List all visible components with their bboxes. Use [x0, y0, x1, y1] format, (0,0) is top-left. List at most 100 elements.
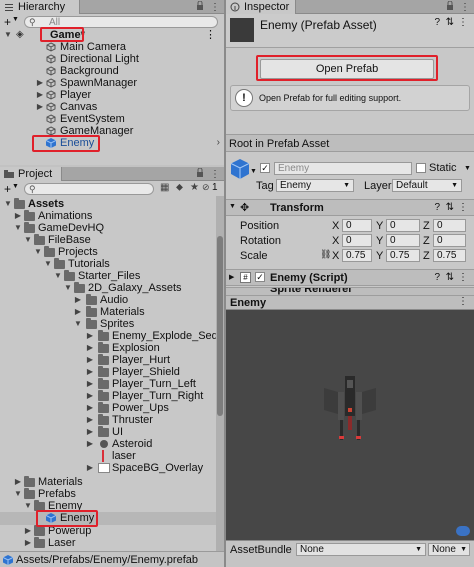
expand-arrow-icon[interactable]: ▼	[64, 282, 72, 294]
tree-item-asteroid[interactable]: ▶ Asteroid	[0, 438, 216, 450]
tree-item-materials-sub[interactable]: ▶ Materials	[0, 306, 216, 318]
more-menu-icon[interactable]: ⋮	[205, 29, 216, 41]
add-button[interactable]: +	[4, 15, 11, 29]
preset-icon[interactable]: ⇅	[446, 272, 454, 283]
layer-dropdown[interactable]: Default ▼	[392, 179, 462, 192]
constrain-proportions-icon[interactable]: ⛓	[320, 249, 331, 260]
more-menu-icon[interactable]: ⋮	[460, 2, 470, 13]
hierarchy-item-spawnmanager[interactable]: ▶ SpawnManager	[0, 77, 224, 89]
preview-badge-icon[interactable]	[456, 526, 470, 536]
tree-item-spacebg-overlay[interactable]: ▶ SpaceBG_Overlay	[0, 462, 216, 474]
position-x-field[interactable]: 0	[342, 219, 372, 232]
assetbundle-variant-dropdown[interactable]: None ▼	[428, 543, 470, 556]
position-y-field[interactable]: 0	[386, 219, 420, 232]
asset-path[interactable]: Assets/Prefabs/Enemy/Enemy.prefab	[16, 554, 198, 566]
tree-item-projects[interactable]: ▼ Projects	[0, 246, 216, 258]
expand-arrow-icon[interactable]: ▼	[14, 222, 22, 234]
expand-arrow-icon[interactable]: ▶	[86, 330, 94, 342]
object-name-field[interactable]: Enemy	[274, 162, 412, 175]
expand-arrow-icon[interactable]: ▶	[86, 462, 94, 474]
add-button[interactable]: +	[4, 182, 11, 196]
transform-header[interactable]: ▼ ✥ Transform ? ⇅ ⋮	[226, 199, 474, 216]
expand-arrow-icon[interactable]: ▼	[74, 318, 82, 330]
tab-hierarchy[interactable]: Hierarchy	[0, 0, 80, 14]
hierarchy-item-player[interactable]: ▶ Player	[0, 89, 224, 101]
tree-item-enemy-explode[interactable]: ▶ Enemy_Explode_Sequen	[0, 330, 216, 342]
tree-item-player-turn-left[interactable]: ▶ Player_Turn_Left	[0, 378, 216, 390]
expand-arrow-icon[interactable]: ▶	[86, 390, 94, 402]
hierarchy-item-eventsystem[interactable]: EventSystem	[0, 113, 224, 125]
tree-item-laser-folder[interactable]: ▶ Laser	[0, 537, 216, 549]
more-menu-icon[interactable]: ⋮	[458, 296, 468, 307]
sprite-renderer-header[interactable]: Sprite Renderer	[226, 287, 474, 296]
tree-item-assets[interactable]: ▼ Assets	[0, 198, 216, 210]
hidden-packages-icon[interactable]: ⊘	[202, 182, 210, 193]
hierarchy-item-background[interactable]: Background	[0, 65, 224, 77]
dropdown-arrow-icon[interactable]: ▼	[12, 183, 19, 190]
chevron-right-icon[interactable]: ›	[217, 137, 220, 149]
expand-arrow-icon[interactable]: ▶	[24, 537, 32, 549]
expand-arrow-icon[interactable]: ▶	[36, 77, 44, 89]
more-menu-icon[interactable]: ⋮	[458, 202, 468, 213]
tree-item-prefabs[interactable]: ▼ Prefabs	[0, 488, 216, 500]
tree-item-player-shield[interactable]: ▶ Player_Shield	[0, 366, 216, 378]
expand-arrow-icon[interactable]: ▼	[24, 500, 32, 512]
tree-item-ui[interactable]: ▶ UI	[0, 426, 216, 438]
expand-arrow-icon[interactable]: ▼	[44, 258, 52, 270]
foldout-arrow-icon[interactable]: ▼	[229, 203, 236, 210]
foldout-arrow-icon[interactable]: ▶	[229, 273, 234, 281]
dropdown-arrow-icon[interactable]: ▼	[12, 16, 19, 23]
expand-arrow-icon[interactable]: ▶	[86, 354, 94, 366]
lock-icon[interactable]	[196, 167, 204, 180]
expand-arrow-icon[interactable]: ▶	[36, 101, 44, 113]
hierarchy-item-main-camera[interactable]: Main Camera	[0, 41, 224, 53]
scale-y-field[interactable]: 0.75	[386, 249, 420, 262]
filter-by-type-icon[interactable]: ▦	[160, 182, 169, 193]
active-checkbox[interactable]: ✓	[260, 163, 270, 173]
tree-item-audio[interactable]: ▶ Audio	[0, 294, 216, 306]
lock-icon[interactable]	[196, 0, 204, 13]
tree-item-2d-galaxy-assets[interactable]: ▼ 2D_Galaxy_Assets	[0, 282, 216, 294]
preview-area[interactable]	[226, 310, 474, 540]
more-menu-icon[interactable]: ⋮	[210, 169, 220, 180]
tree-item-powerup[interactable]: ▶ Powerup	[0, 525, 216, 537]
dropdown-arrow-icon[interactable]: ▼	[464, 165, 471, 172]
assetbundle-dropdown[interactable]: None ▼	[296, 543, 426, 556]
scrollbar-thumb[interactable]	[217, 236, 223, 416]
tag-dropdown[interactable]: Enemy ▼	[276, 179, 354, 192]
component-enabled-checkbox[interactable]: ✓	[255, 272, 265, 282]
project-search-input[interactable]: ⚲	[24, 183, 154, 195]
tree-item-laser-sprite[interactable]: laser	[0, 450, 216, 462]
filter-by-label-icon[interactable]: ⬥	[176, 182, 183, 193]
tab-project[interactable]: Project	[0, 167, 62, 181]
expand-arrow-icon[interactable]: ▼	[14, 488, 22, 500]
tree-item-enemy-prefab[interactable]: Enemy	[0, 512, 216, 525]
tree-item-filebase[interactable]: ▼ FileBase	[0, 234, 216, 246]
tree-item-player-hurt[interactable]: ▶ Player_Hurt	[0, 354, 216, 366]
tree-item-starter-files[interactable]: ▼ Starter_Files	[0, 270, 216, 282]
script-component-header[interactable]: ▶ # ✓ Enemy (Script) ? ⇅ ⋮	[226, 269, 474, 286]
rotation-x-field[interactable]: 0	[342, 234, 372, 247]
hierarchy-item-canvas[interactable]: ▶ Canvas	[0, 101, 224, 113]
scene-row[interactable]: ▼ ◈ Game* ⋮	[0, 29, 224, 41]
help-icon[interactable]: ?	[434, 272, 440, 283]
more-menu-icon[interactable]: ⋮	[458, 17, 468, 28]
expand-arrow-icon[interactable]: ▼	[34, 246, 42, 258]
expand-arrow-icon[interactable]: ▶	[86, 342, 94, 354]
expand-arrow-icon[interactable]: ▶	[14, 210, 22, 222]
more-menu-icon[interactable]: ⋮	[210, 2, 220, 13]
expand-arrow-icon[interactable]: ▼	[4, 29, 12, 41]
expand-arrow-icon[interactable]: ▶	[86, 378, 94, 390]
tree-item-tutorials[interactable]: ▼ Tutorials	[0, 258, 216, 270]
preset-icon[interactable]: ⇅	[446, 202, 454, 213]
expand-arrow-icon[interactable]: ▶	[74, 294, 82, 306]
expand-arrow-icon[interactable]: ▼	[24, 234, 32, 246]
expand-arrow-icon[interactable]: ▶	[86, 414, 94, 426]
tree-item-player-turn-right[interactable]: ▶ Player_Turn_Right	[0, 390, 216, 402]
lock-icon[interactable]	[446, 0, 454, 13]
tree-item-explosion[interactable]: ▶ Explosion	[0, 342, 216, 354]
expand-arrow-icon[interactable]: ▶	[24, 525, 32, 537]
tree-item-thruster[interactable]: ▶ Thruster	[0, 414, 216, 426]
expand-arrow-icon[interactable]: ▶	[86, 402, 94, 414]
help-icon[interactable]: ?	[434, 202, 440, 213]
